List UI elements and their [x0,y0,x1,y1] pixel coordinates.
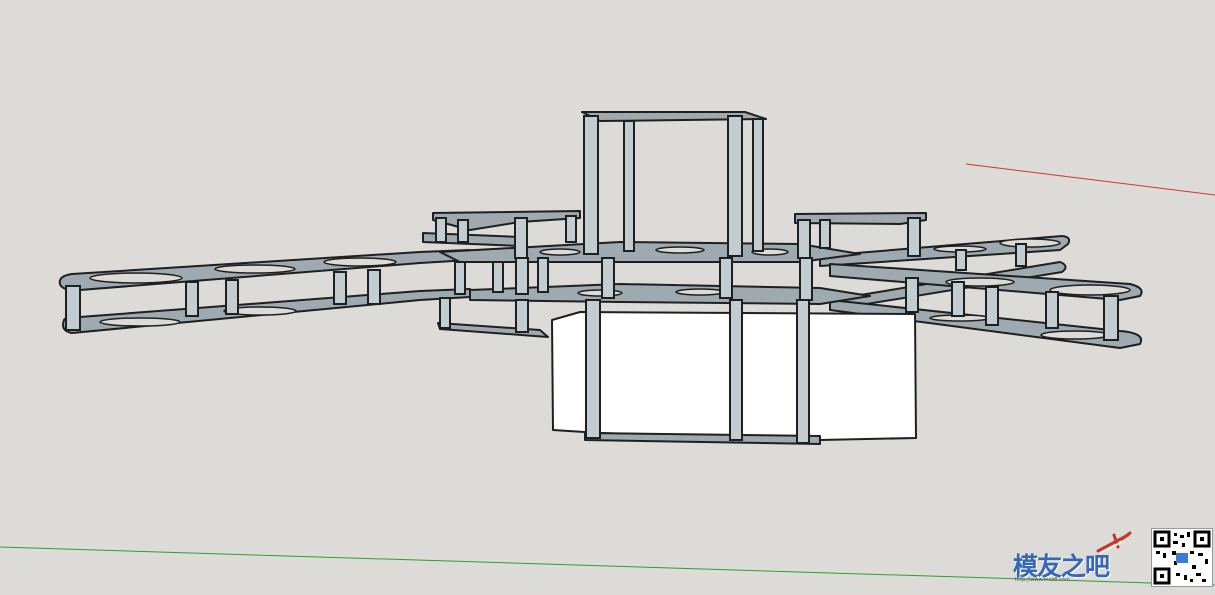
right-arm-standoff [951,281,965,317]
back-left-standoff [514,217,528,259]
right-arm-standoff [905,277,919,313]
right-arm-motor-hole [1049,284,1131,296]
back-left-arm-bottom-plate [437,322,549,338]
left-arm-standoff [185,281,199,317]
back-left-arm-top-plate [432,210,581,231]
center-standoff [719,257,733,299]
drone-frame-model[interactable] [0,0,1215,591]
back-right-standoff [907,217,921,257]
back-right-standoff [797,219,811,259]
right-arm-standoff [1015,243,1027,267]
red-axis-line [965,163,1215,196]
left-arm-standoff [333,271,347,305]
left-arm-standoff [454,261,466,295]
left-arm-standoff [225,279,239,315]
tower-standoff [623,120,635,252]
left-arm-standoff [367,269,381,305]
tower-standoff [727,115,743,257]
watermark-url: http://www.moz8.com [1015,577,1070,583]
center-standoff [796,299,810,444]
right-arm-standoff [955,249,967,271]
right-arm-standoff [1103,295,1119,341]
center-plate-hole [539,248,581,256]
center-standoff [601,257,615,299]
left-arm-hole [99,317,181,327]
center-plate-hole [675,288,725,296]
left-arm-hole [323,257,397,267]
battery-bottom-plate [584,432,821,445]
left-arm-standoff [65,285,81,331]
qr-code-icon [1151,528,1213,587]
back-left-standoff [565,215,577,243]
center-standoff [729,299,743,441]
back-left-standoff [435,217,447,243]
back-right-standoff [819,219,831,249]
center-standoff [585,299,601,439]
back-right-arm-top-plate [794,212,927,225]
left-arm-hole [89,272,183,284]
right-arm-standoff [1045,291,1059,329]
back-left-standoff [515,299,529,333]
center-plate-hole [655,246,705,254]
tower-standoff [752,118,764,252]
left-arm-hole [214,264,296,274]
center-plate-hole [577,289,623,297]
modeling-viewport[interactable] [0,0,1215,591]
right-arm-standoff [985,286,999,326]
left-arm-standoff [492,261,504,293]
right-arm-upper-hole [999,238,1061,248]
center-standoff [515,257,529,295]
back-left-standoff [439,297,451,329]
center-standoff [799,257,813,301]
back-left-standoff [457,219,469,243]
right-arm-hole [1040,330,1110,340]
center-standoff [537,257,549,293]
tower-standoff [583,115,599,255]
